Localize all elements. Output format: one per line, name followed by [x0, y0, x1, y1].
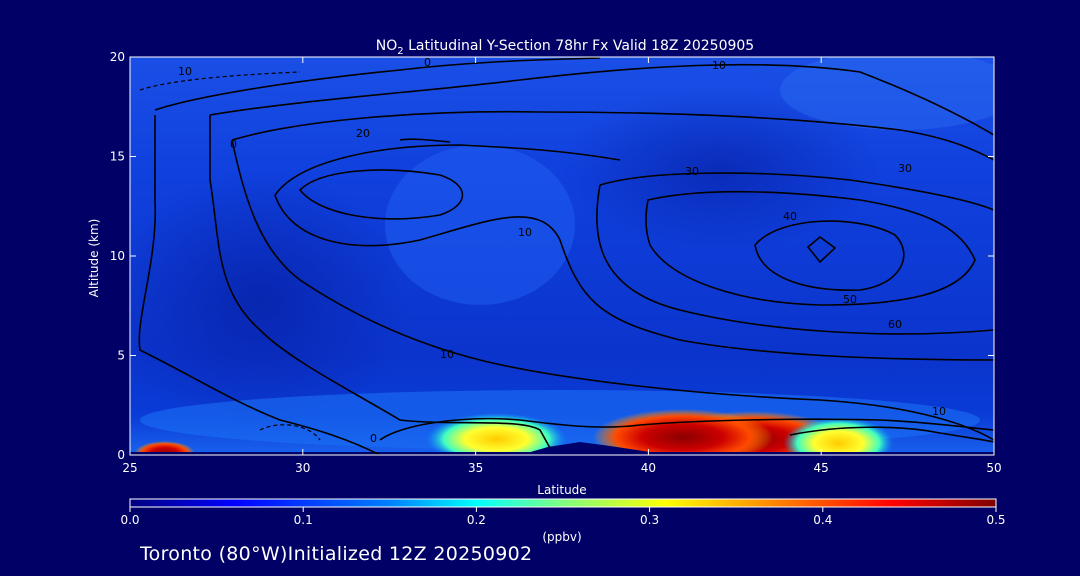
contour-label: 20 — [356, 127, 370, 140]
x-tick-label: 40 — [641, 461, 656, 475]
x-tick-label: 30 — [295, 461, 310, 475]
contour-label: 0 — [230, 138, 237, 151]
contour-label: 0 — [424, 56, 431, 69]
no2-cross-section-chart: NO2 Latitudinal Y-Section 78hr Fx Valid … — [87, 38, 1006, 544]
x-tick-label: 35 — [468, 461, 483, 475]
y-tick-label: 10 — [110, 249, 125, 263]
contour-label: 10 — [932, 405, 946, 418]
contour-label: 30 — [898, 162, 912, 175]
x-tick-label: 45 — [814, 461, 829, 475]
y-axis-label: Altitude (km) — [87, 219, 101, 298]
colorbar-label: (ppbv) — [542, 530, 581, 544]
contour-label: 0 — [370, 432, 377, 445]
footer-caption: Toronto (80°W)Initialized 12Z 20250902 — [140, 543, 532, 565]
contour-label: 60 — [888, 318, 902, 331]
contour-label: 10 — [712, 59, 726, 72]
colorbar-ticks: 0.0 0.1 0.2 0.3 0.4 0.5 — [120, 507, 1006, 527]
colorbar-tick-label: 0.1 — [294, 513, 313, 527]
y-tick-label: 15 — [110, 150, 125, 164]
x-tick-label: 50 — [986, 461, 1001, 475]
plot-area — [130, 57, 994, 455]
chart-title: NO2 Latitudinal Y-Section 78hr Fx Valid … — [376, 38, 754, 57]
contour-label: 10 — [440, 348, 454, 361]
hotspot — [592, 409, 773, 455]
colorbar-tick-label: 0.0 — [120, 513, 139, 527]
x-axis-label: Latitude — [537, 483, 586, 497]
hotspot — [783, 417, 894, 455]
colorbar-tick-label: 0.4 — [813, 513, 832, 527]
x-tick-label: 25 — [122, 461, 137, 475]
field-light-top — [780, 57, 994, 130]
contour-label: 10 — [178, 65, 192, 78]
contour-label: 10 — [518, 226, 532, 239]
contour-label: 50 — [843, 293, 857, 306]
colorbar — [129, 498, 997, 508]
contour-label: 30 — [685, 165, 699, 178]
colorbar-tick-label: 0.5 — [986, 513, 1005, 527]
footer-location: Toronto (80°W) — [140, 543, 288, 565]
y-tick-label: 0 — [117, 448, 125, 462]
colorbar-tick-label: 0.3 — [640, 513, 659, 527]
y-tick-label: 20 — [110, 50, 125, 64]
colorbar-tick-label: 0.2 — [467, 513, 486, 527]
y-tick-label: 5 — [117, 349, 125, 363]
contour-label: 40 — [783, 210, 797, 223]
footer-initialized: Initialized 12Z 20250902 — [287, 543, 533, 565]
